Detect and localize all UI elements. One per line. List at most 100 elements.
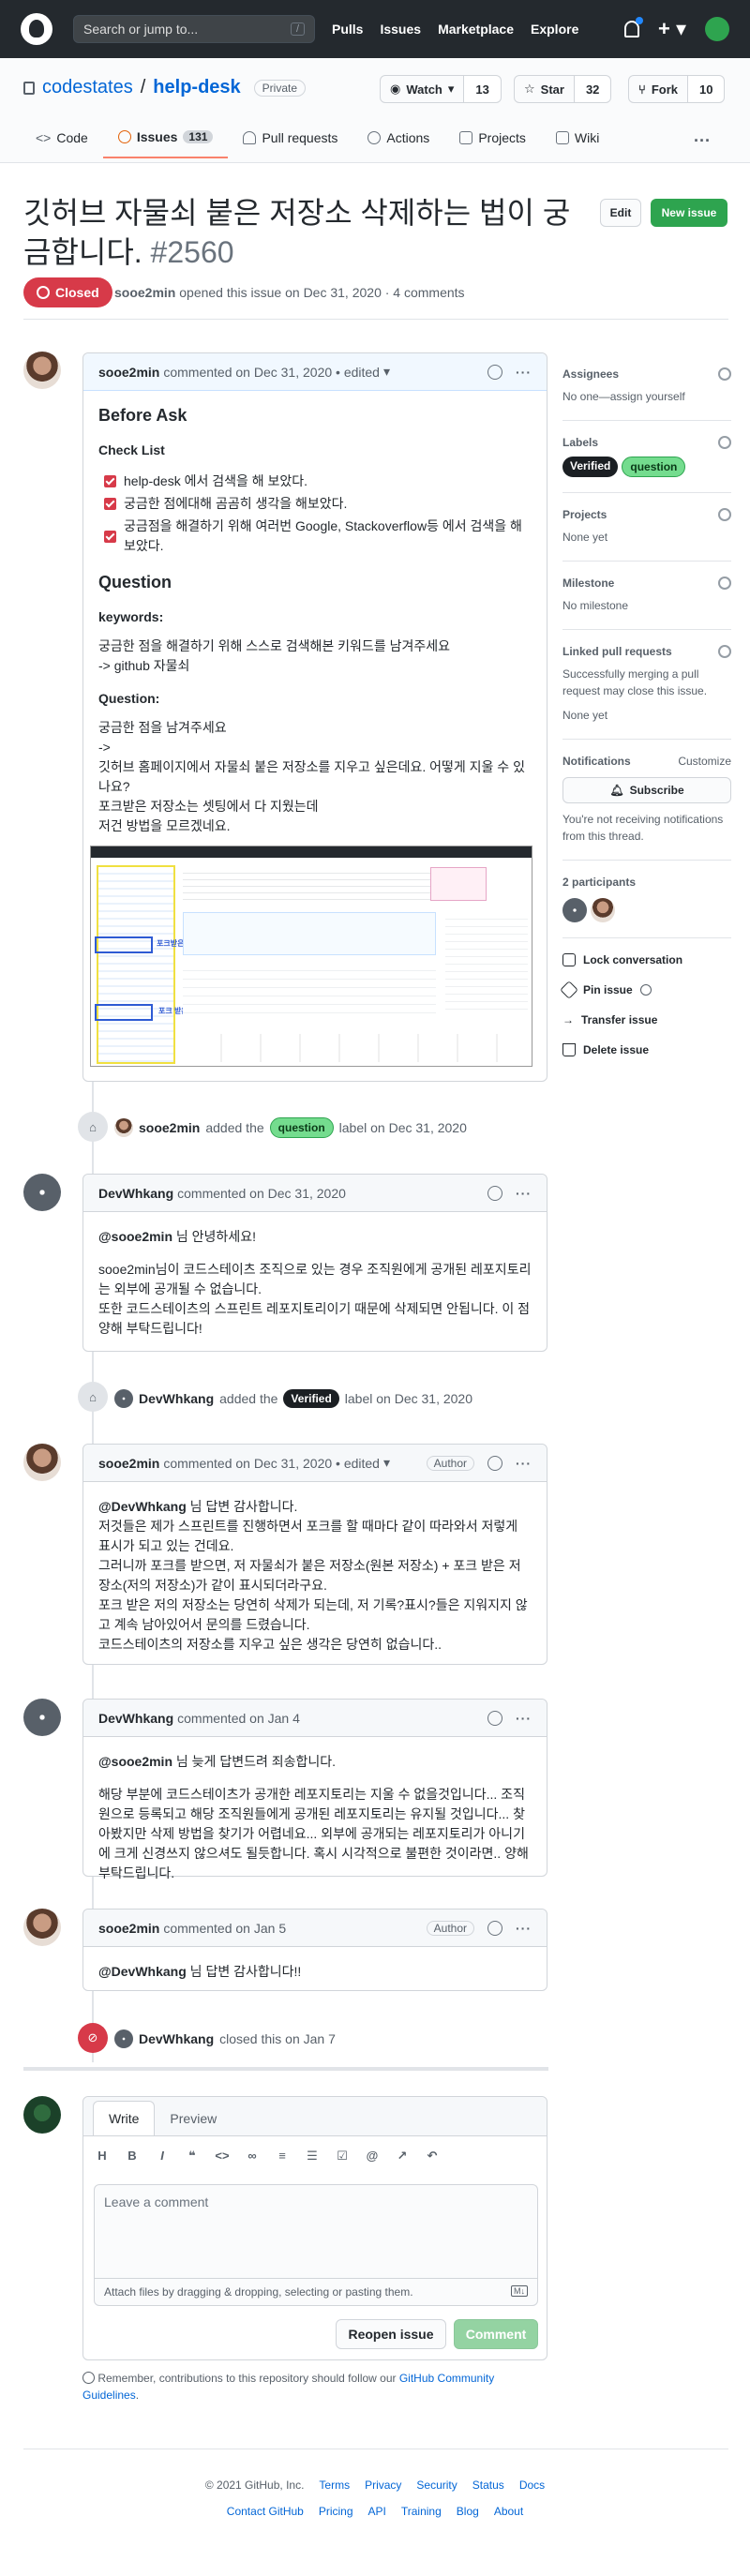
notification-bell-icon[interactable] — [623, 17, 643, 37]
event-author[interactable]: sooe2min — [139, 1120, 200, 1135]
link-icon[interactable]: ∞ — [245, 2149, 260, 2163]
avatar[interactable] — [23, 2096, 61, 2134]
gear-icon[interactable] — [718, 645, 731, 658]
chevron-down-icon[interactable]: ▾ — [383, 1455, 390, 1471]
repo-name-link[interactable]: help-desk — [153, 77, 240, 98]
gear-icon[interactable] — [718, 508, 731, 521]
tab-preview[interactable]: Preview — [155, 2102, 232, 2135]
search-input[interactable]: Search or jump to... / — [73, 15, 315, 43]
tab-write[interactable]: Write — [93, 2101, 156, 2135]
issue-author-link[interactable]: sooe2min — [114, 285, 175, 300]
new-issue-button[interactable]: New issue — [651, 199, 728, 227]
comment-button[interactable]: Comment — [454, 2319, 538, 2349]
avatar[interactable] — [114, 2029, 133, 2048]
nav-pulls[interactable]: Pulls — [332, 22, 363, 37]
chevron-down-icon[interactable]: ▾ — [383, 364, 390, 380]
mention-link[interactable]: @sooe2min — [98, 1229, 172, 1244]
labels-heading[interactable]: Labels — [562, 436, 731, 449]
label-question[interactable]: question — [622, 457, 686, 477]
delete-issue-action[interactable]: Delete issue — [562, 1043, 731, 1056]
milestone-heading[interactable]: Milestone — [562, 577, 731, 590]
edit-button[interactable]: Edit — [600, 199, 641, 227]
heading-icon[interactable]: H — [95, 2149, 110, 2163]
gear-icon[interactable] — [718, 367, 731, 381]
emoji-reaction-icon[interactable] — [488, 1455, 502, 1471]
star-button[interactable]: ☆ Star — [514, 75, 575, 103]
mention-icon[interactable]: @ — [365, 2149, 380, 2163]
emoji-reaction-icon[interactable] — [488, 1185, 502, 1201]
tab-pull-requests[interactable]: Pull requests — [228, 122, 352, 158]
attached-screenshot-image[interactable]: 포크받은 왜 없는 자물쇠 저장소? 포크 받은 저장 저장소 — [90, 846, 532, 1067]
checkbox-checked-icon[interactable] — [104, 475, 116, 487]
event-author[interactable]: DevWhkang — [139, 1391, 214, 1406]
pin-issue-action[interactable]: Pin issue — [560, 981, 731, 999]
footer-link-training[interactable]: Training — [401, 2505, 442, 2518]
kebab-menu-icon[interactable]: ··· — [516, 1456, 532, 1471]
task-list-icon[interactable]: ☑ — [335, 2149, 350, 2163]
footer-link-blog[interactable]: Blog — [457, 2505, 479, 2518]
footer-link-docs[interactable]: Docs — [519, 2479, 545, 2492]
footer-link-security[interactable]: Security — [416, 2479, 457, 2492]
comment-author[interactable]: sooe2min — [98, 1921, 159, 1936]
saved-reply-icon[interactable]: ↶ — [425, 2149, 440, 2163]
customize-link[interactable]: Customize — [678, 755, 731, 768]
kebab-menu-icon[interactable]: ··· — [516, 1711, 532, 1726]
attach-files-area[interactable]: Attach files by dragging & dropping, sel… — [94, 2278, 538, 2306]
footer-link-terms[interactable]: Terms — [319, 2479, 350, 2492]
repo-owner-link[interactable]: codestates — [42, 77, 133, 98]
comment-author[interactable]: DevWhkang — [98, 1711, 173, 1726]
kebab-menu-icon[interactable]: ··· — [516, 1186, 532, 1201]
tab-code[interactable]: <> Code — [21, 122, 103, 158]
kebab-menu-icon[interactable]: ··· — [516, 365, 532, 380]
emoji-reaction-icon[interactable] — [488, 1920, 502, 1936]
more-tabs-icon[interactable]: ··· — [694, 131, 711, 151]
avatar[interactable] — [114, 1118, 133, 1137]
tab-issues[interactable]: Issues 131 — [102, 122, 229, 158]
assignees-heading[interactable]: Assignees — [562, 367, 731, 381]
nav-explore[interactable]: Explore — [531, 22, 578, 37]
transfer-issue-action[interactable]: → Transfer issue — [562, 1013, 731, 1026]
avatar[interactable] — [23, 1174, 61, 1211]
comment-author[interactable]: sooe2min — [98, 365, 159, 380]
avatar[interactable] — [23, 1699, 61, 1736]
avatar[interactable] — [23, 1444, 61, 1481]
emoji-reaction-icon[interactable] — [488, 1710, 502, 1726]
subscribe-button[interactable]: 🔔︎ Subscribe — [562, 777, 731, 803]
avatar[interactable] — [591, 898, 615, 922]
footer-link-pricing[interactable]: Pricing — [319, 2505, 353, 2518]
tab-wiki[interactable]: Wiki — [541, 122, 614, 158]
mention-link[interactable]: @DevWhkang — [98, 1499, 187, 1514]
avatar[interactable] — [23, 1909, 61, 1946]
footer-link-privacy[interactable]: Privacy — [365, 2479, 401, 2492]
comment-textarea[interactable]: Leave a comment — [94, 2184, 538, 2278]
avatar[interactable] — [562, 898, 587, 922]
watch-count[interactable]: 13 — [464, 75, 502, 103]
ordered-list-icon[interactable]: ☰ — [305, 2149, 320, 2163]
fork-count[interactable]: 10 — [687, 75, 726, 103]
code-icon[interactable]: <> — [215, 2149, 230, 2163]
unordered-list-icon[interactable]: ≡ — [275, 2149, 290, 2163]
avatar[interactable] — [23, 352, 61, 389]
avatar[interactable] — [114, 1389, 133, 1408]
footer-link-about[interactable]: About — [494, 2505, 523, 2518]
lock-conversation-action[interactable]: Lock conversation — [562, 953, 731, 966]
tab-actions[interactable]: Actions — [352, 122, 444, 158]
nav-marketplace[interactable]: Marketplace — [438, 22, 514, 37]
italic-icon[interactable]: I — [155, 2149, 170, 2163]
fork-button[interactable]: ⑂ Fork — [628, 75, 688, 103]
tab-projects[interactable]: Projects — [444, 122, 541, 158]
footer-link-contact[interactable]: Contact GitHub — [227, 2505, 304, 2518]
label-verified[interactable]: Verified — [562, 457, 619, 477]
event-author[interactable]: DevWhkang — [139, 2031, 214, 2046]
cross-reference-icon[interactable]: ↗ — [395, 2149, 410, 2163]
nav-issues[interactable]: Issues — [380, 22, 421, 37]
linked-pr-heading[interactable]: Linked pull requests — [562, 645, 731, 658]
gear-icon[interactable] — [718, 577, 731, 590]
bold-icon[interactable]: B — [125, 2149, 140, 2163]
projects-heading[interactable]: Projects — [562, 508, 731, 521]
label-verified[interactable]: Verified — [283, 1389, 339, 1408]
footer-link-api[interactable]: API — [368, 2505, 386, 2518]
gear-icon[interactable] — [718, 436, 731, 449]
assignees-value[interactable]: No one—assign yourself — [562, 388, 731, 405]
star-count[interactable]: 32 — [574, 75, 612, 103]
